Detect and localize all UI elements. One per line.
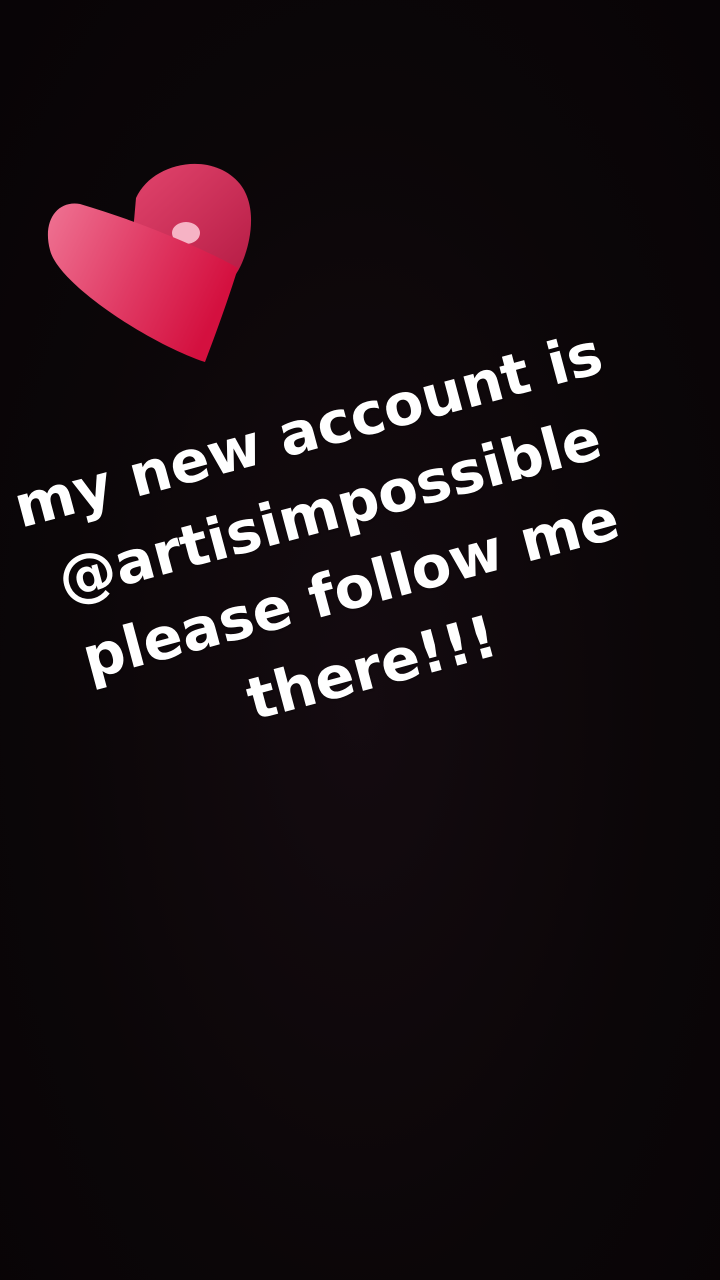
video-frame: my new account is @artisimpossible pleas… <box>0 0 720 1280</box>
heart-icon <box>40 150 260 370</box>
caption-text: my new account is @artisimpossible pleas… <box>0 305 701 793</box>
